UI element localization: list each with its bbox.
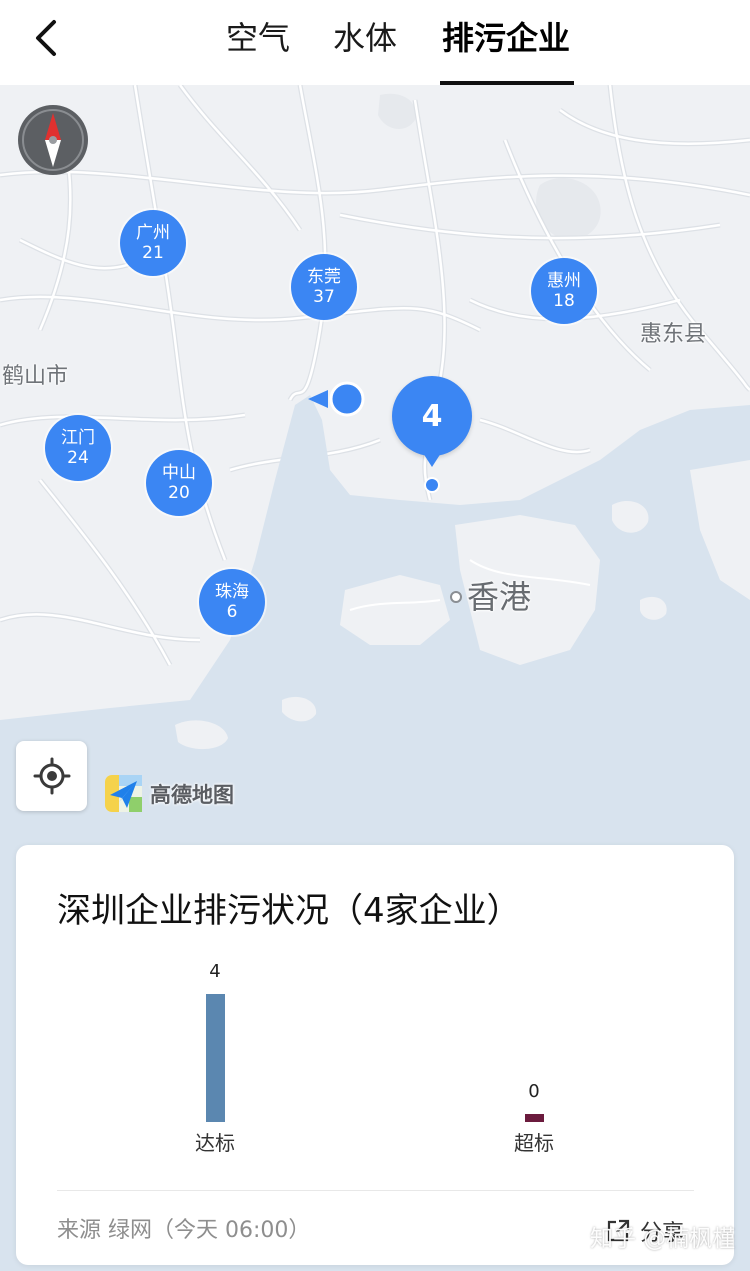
bar-compliant	[205, 994, 225, 1122]
place-label-heshan: 鹤山市	[2, 364, 69, 389]
bar-value-label: 4	[209, 961, 221, 982]
watermark: 知乎 @楠枫槿	[590, 1226, 736, 1252]
location-arrow-icon	[308, 381, 365, 417]
cluster-huizhou[interactable]: 惠州 18	[531, 258, 597, 324]
top-bar: 空气 水体 排污企业	[0, 0, 750, 85]
data-source: 来源 绿网（今天 06:00）	[57, 1218, 311, 1243]
cluster-city: 东莞	[307, 267, 341, 287]
cluster-city: 中山	[162, 463, 196, 483]
cluster-count: 21	[142, 243, 164, 263]
tab-water[interactable]: 水体	[333, 18, 397, 58]
amap-logo-icon	[105, 775, 142, 812]
cluster-count: 18	[553, 291, 575, 311]
cluster-count: 37	[313, 287, 335, 307]
tab-air[interactable]: 空气	[226, 18, 290, 58]
tab-indicator	[440, 81, 574, 85]
cluster-city: 惠州	[547, 271, 581, 291]
place-label-hongkong: 香港	[467, 578, 532, 616]
cluster-count: 6	[226, 602, 238, 622]
bar-exceeding	[524, 1114, 544, 1122]
bar-category-label: 超标	[514, 1131, 554, 1155]
locate-button[interactable]	[16, 741, 87, 811]
chevron-left-icon[interactable]	[22, 14, 70, 62]
cluster-jiangmen[interactable]: 江门 24	[45, 415, 111, 481]
bar-value-label: 0	[528, 1081, 540, 1102]
place-dot-hongkong	[450, 591, 462, 603]
summary-card: 深圳企业排污状况（4家企业） 4 达标 0 超标 来源 绿网（今天 06:00） 分享	[16, 845, 734, 1265]
bar-chart: 4 达标 0 超标	[16, 845, 734, 1175]
divider	[57, 1190, 694, 1191]
cluster-city: 珠海	[215, 582, 249, 602]
compass-icon[interactable]	[17, 104, 89, 176]
cluster-zhuhai[interactable]: 珠海 6	[199, 569, 265, 635]
cluster-zhongshan[interactable]: 中山 20	[146, 450, 212, 516]
cluster-city: 江门	[61, 428, 95, 448]
cluster-city: 广州	[136, 223, 170, 243]
cluster-count: 20	[168, 483, 190, 503]
cluster-count: 24	[67, 448, 89, 468]
selected-cluster-point	[424, 477, 440, 493]
tab-polluting-enterprises[interactable]: 排污企业	[442, 18, 570, 58]
crosshair-icon	[33, 757, 70, 795]
place-label-huidong: 惠东县	[640, 322, 707, 347]
cluster-dongguan[interactable]: 东莞 37	[291, 254, 357, 320]
map-provider-name: 高德地图	[150, 782, 234, 807]
map-provider-logo: 高德地图	[105, 775, 234, 812]
cluster-guangzhou[interactable]: 广州 21	[120, 210, 186, 276]
bar-category-label: 达标	[195, 1131, 235, 1155]
selected-cluster-pin[interactable]: 4	[392, 376, 472, 456]
selected-cluster-count: 4	[421, 398, 443, 434]
